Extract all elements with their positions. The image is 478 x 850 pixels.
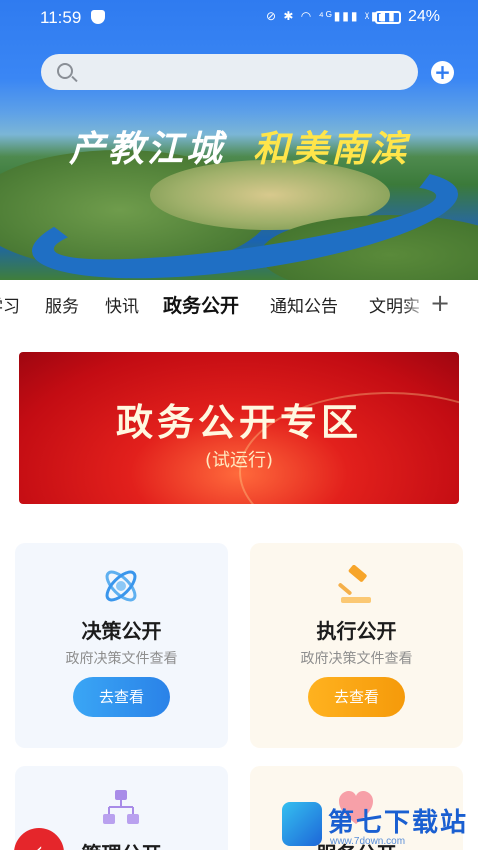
watermark-logo-icon — [282, 802, 322, 846]
battery-icon — [375, 11, 401, 24]
watermark-logo: 第七下载站 www.7down.com — [282, 800, 478, 850]
status-time: 11:59 — [40, 8, 82, 27]
banner-government-affairs[interactable]: 政务公开专区 (试运行) — [19, 352, 459, 504]
card-execution-disclosure[interactable]: 执行公开 政府决策文件查看 去查看 — [250, 543, 463, 748]
shield-icon — [91, 10, 105, 24]
banner-title: 政务公开专区 — [116, 401, 362, 444]
header-slogan: 产教江城 和美南滨 — [0, 120, 478, 172]
slogan-part2: 和美南滨 — [253, 128, 410, 170]
tab-study[interactable]: 学习 — [0, 292, 20, 317]
card-title: 执行公开 — [316, 619, 397, 643]
tab-notices[interactable]: 通知公告 — [270, 292, 338, 317]
banner-subtitle: (试运行) — [204, 450, 274, 471]
add-icon[interactable]: + — [431, 61, 454, 84]
search-input[interactable] — [41, 54, 418, 90]
status-bar: 11:59 ⊘ ✱ ◠ ⁴ᴳ▮▮▮ ᵡ▮▮▮ 24% — [0, 0, 478, 34]
card-description: 政府决策文件查看 — [65, 651, 178, 667]
slogan-part1: 产教江城 — [68, 128, 225, 170]
view-button[interactable]: 去查看 — [308, 677, 405, 717]
tab-government-affairs[interactable]: 政务公开 — [163, 291, 239, 318]
card-title: 决策公开 — [81, 619, 162, 643]
channel-tabs: 学习 服务 快讯 政务公开 通知公告 文明实 + — [0, 280, 478, 330]
header-landscape: 11:59 ⊘ ✱ ◠ ⁴ᴳ▮▮▮ ᵡ▮▮▮ 24% + 产教江城 和美南滨 — [0, 0, 478, 280]
battery-percent: 24% — [408, 8, 441, 25]
tab-add-icon[interactable]: + — [430, 289, 450, 317]
watermark-url: www.7down.com — [330, 836, 406, 847]
watermark-text: 第七下载站 — [328, 808, 469, 838]
tab-news[interactable]: 快讯 — [105, 292, 139, 317]
org-chart-icon — [103, 790, 139, 824]
tab-service[interactable]: 服务 — [45, 292, 79, 317]
view-button[interactable]: 去查看 — [73, 677, 170, 717]
card-decision-disclosure[interactable]: 决策公开 政府决策文件查看 去查看 — [15, 543, 228, 748]
card-description: 政府决策文件查看 — [300, 651, 413, 667]
gavel-icon — [338, 565, 371, 603]
search-icon — [57, 63, 73, 79]
atom-icon — [105, 570, 137, 602]
